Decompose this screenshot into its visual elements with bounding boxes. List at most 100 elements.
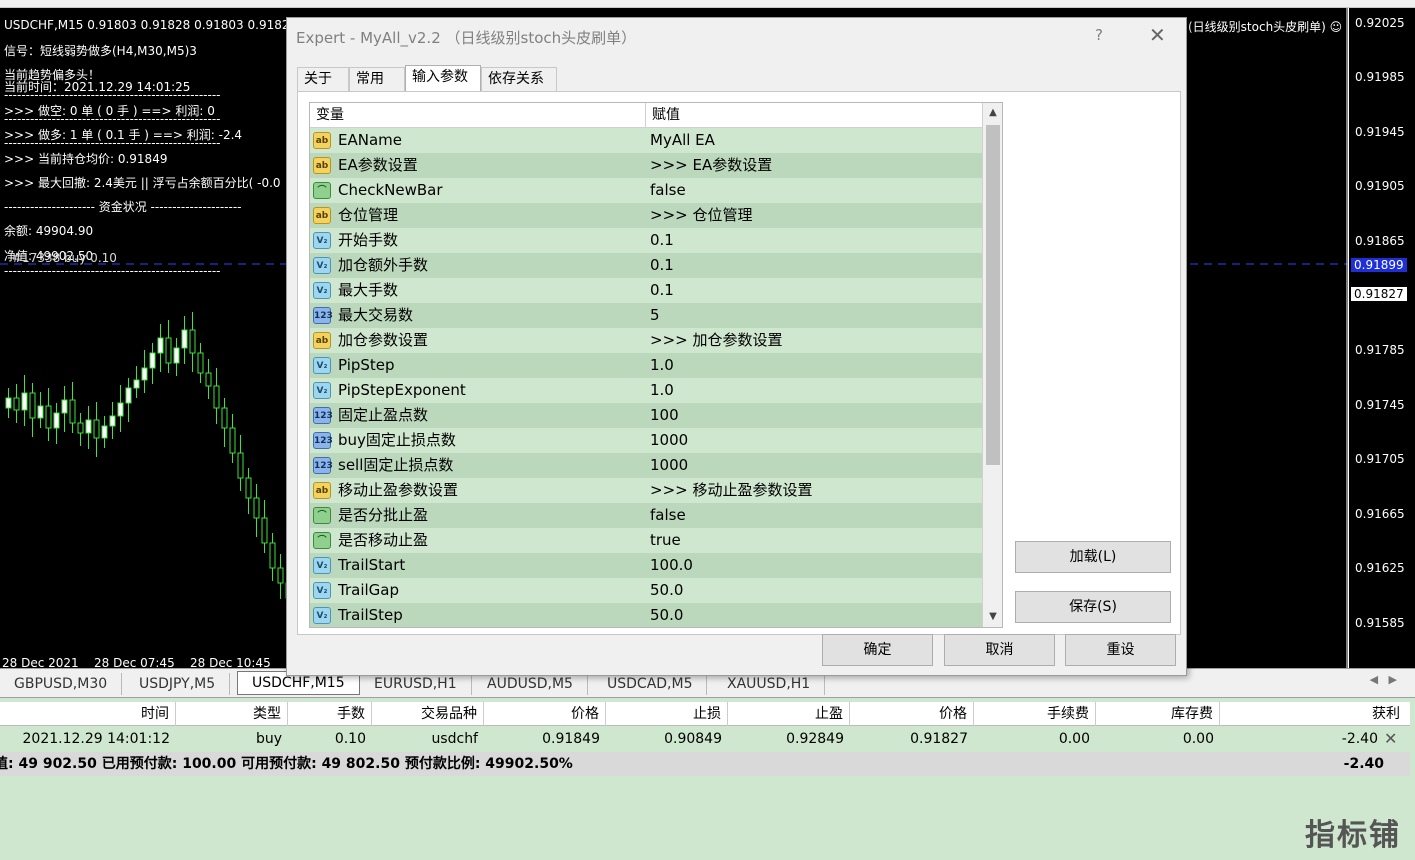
table-row[interactable]: 2021.12.29 14:01:12 buy 0.10 usdchf 0.91… [0,727,1410,751]
col-value[interactable]: 赋值 [646,103,982,128]
symbol-tab-eurusd[interactable]: EURUSD,H1 [360,673,472,695]
candle-body [165,337,172,364]
symbol-tab-gbpusd[interactable]: GBPUSD,M30 [0,673,123,695]
param-value[interactable]: 1000 [650,453,980,478]
param-value[interactable]: 1.0 [650,378,980,403]
expert-properties-dialog: Expert - MyAll_v2.2 （日线级别stoch头皮刷单） ? ✕ … [286,17,1187,676]
col-commission[interactable]: 手续费 [974,702,1096,726]
param-row[interactable]: ⌒ CheckNewBar false [310,178,982,203]
param-value[interactable]: 50.0 [650,603,980,627]
load-button[interactable]: 加载(L) [1015,541,1171,573]
param-value[interactable]: 50.0 [650,578,980,603]
param-row[interactable]: V₂ 加仓额外手数 0.1 [310,253,982,278]
tab-common[interactable]: 常用 [349,67,405,91]
param-row[interactable]: ab EA参数设置 >>> EA参数设置 [310,153,982,178]
col-variable[interactable]: 变量 [310,103,646,128]
param-row[interactable]: V₂ PipStepExponent 1.0 [310,378,982,403]
param-row[interactable]: ab EAName MyAll EA [310,128,982,153]
price-label: 0.91625 [1355,561,1405,575]
param-value[interactable]: 1.0 [650,353,980,378]
price-label: 0.91585 [1355,616,1405,630]
candle-body [245,477,252,499]
param-row[interactable]: V₂ PipStep 1.0 [310,353,982,378]
param-value[interactable]: 0.1 [650,278,980,303]
param-value[interactable]: >>> EA参数设置 [650,153,980,178]
param-row[interactable]: V₂ 开始手数 0.1 [310,228,982,253]
param-row[interactable]: 123 sell固定止损点数 1000 [310,453,982,478]
candle-body [149,352,156,369]
param-row[interactable]: ab 移动止盈参数设置 >>> 移动止盈参数设置 [310,478,982,503]
param-row[interactable]: 123 最大交易数 5 [310,303,982,328]
info-signal: 信号：短线弱势做多(H4,M30,M5)3 [4,44,197,58]
symbol-tab-usdjpy[interactable]: USDJPY,M5 [125,673,231,695]
param-value[interactable]: 5 [650,303,980,328]
symbol-tab-xauusd[interactable]: XAUUSD,H1 [713,673,826,695]
tab-dependencies[interactable]: 依存关系 [481,67,557,91]
param-row[interactable]: 123 固定止盈点数 100 [310,403,982,428]
param-row[interactable]: 123 buy固定止损点数 1000 [310,428,982,453]
params-grid[interactable]: 变量 赋值 ab EAName MyAll EA ab EA参数设置 >>> EA参数设置… [309,102,1003,628]
param-row[interactable]: ab 仓位管理 >>> 仓位管理 [310,203,982,228]
cell-current-price: 0.91827 [910,731,968,747]
save-button[interactable]: 保存(S) [1015,591,1171,623]
param-row[interactable]: ⌒ 是否移动止盈 true [310,528,982,553]
param-name: buy固定止损点数 [338,431,456,449]
col-type[interactable]: 类型 [176,702,288,726]
param-value[interactable]: >>> 仓位管理 [650,203,980,228]
col-swap[interactable]: 库存费 [1096,702,1220,726]
tab-scroll-arrows-icon[interactable]: ◀ ▶ [1370,673,1397,686]
param-value[interactable]: 0.1 [650,253,980,278]
tab-about[interactable]: 关于 [297,67,349,91]
candle-body [53,412,60,429]
col-symbol[interactable]: 交易品种 [372,702,484,726]
vertical-scrollbar[interactable]: ▲ ▼ [982,103,1002,627]
col-tp[interactable]: 止盈 [728,702,850,726]
price-axis[interactable]: 0.92025 0.91985 0.91945 0.91905 0.91865 … [1348,8,1415,668]
col-lots[interactable]: 手数 [288,702,372,726]
param-value[interactable]: >>> 移动止盈参数设置 [650,478,980,503]
param-value[interactable]: >>> 加仓参数设置 [650,328,980,353]
candle-body [221,407,228,429]
col-time[interactable]: 时间 [0,702,176,726]
order-price-tag: 0.91899 [1351,258,1407,272]
reset-button[interactable]: 重设 [1065,634,1176,666]
param-row[interactable]: V₂ 最大手数 0.1 [310,278,982,303]
param-value[interactable]: 100.0 [650,553,980,578]
scroll-down-icon[interactable]: ▼ [983,607,1002,627]
ok-button[interactable]: 确定 [822,634,933,666]
cell-tp: 0.92849 [786,731,844,747]
param-row[interactable]: V₂ TrailGap 50.0 [310,578,982,603]
col-sl[interactable]: 止损 [606,702,728,726]
param-value[interactable]: 0.1 [650,228,980,253]
param-value[interactable]: 100 [650,403,980,428]
string-param-icon: ab [313,157,331,174]
param-value[interactable]: false [650,178,980,203]
param-row[interactable]: V₂ TrailStart 100.0 [310,553,982,578]
symbol-tab-usdcad[interactable]: USDCAD,M5 [593,673,708,695]
dialog-tabs: 关于 常用 输入参数 依存关系 [297,65,1177,92]
symbol-tab-audusd[interactable]: AUDUSD,M5 [473,673,588,695]
param-row[interactable]: V₂ TrailStep 50.0 [310,603,982,627]
candle-body [61,399,68,414]
param-value[interactable]: MyAll EA [650,128,980,153]
tab-inputs[interactable]: 输入参数 [405,65,481,92]
col-current-price[interactable]: 价格 [850,702,974,726]
cancel-button[interactable]: 取消 [944,634,1055,666]
scroll-up-icon[interactable]: ▲ [983,103,1002,123]
help-button[interactable]: ? [1095,26,1103,44]
chart-ea-title: (日线级别stoch头皮刷单) ☺ [1188,20,1343,34]
param-row[interactable]: ⌒ 是否分批止盈 false [310,503,982,528]
scroll-thumb[interactable] [986,125,1000,465]
param-value[interactable]: false [650,503,980,528]
param-row[interactable]: ab 加仓参数设置 >>> 加仓参数设置 [310,328,982,353]
close-order-icon[interactable]: ✕ [1384,729,1397,748]
watermark: 指标铺 [1305,818,1401,853]
col-profit[interactable]: 获利 [1220,702,1406,726]
info-avg-price: >>> 当前持仓均价: 0.91849 [4,152,168,166]
col-price[interactable]: 价格 [484,702,606,726]
param-name: 加仓额外手数 [338,256,429,274]
param-value[interactable]: 1000 [650,428,980,453]
param-value[interactable]: true [650,528,980,553]
close-icon[interactable]: ✕ [1149,23,1166,47]
price-label: 0.91905 [1355,179,1405,193]
